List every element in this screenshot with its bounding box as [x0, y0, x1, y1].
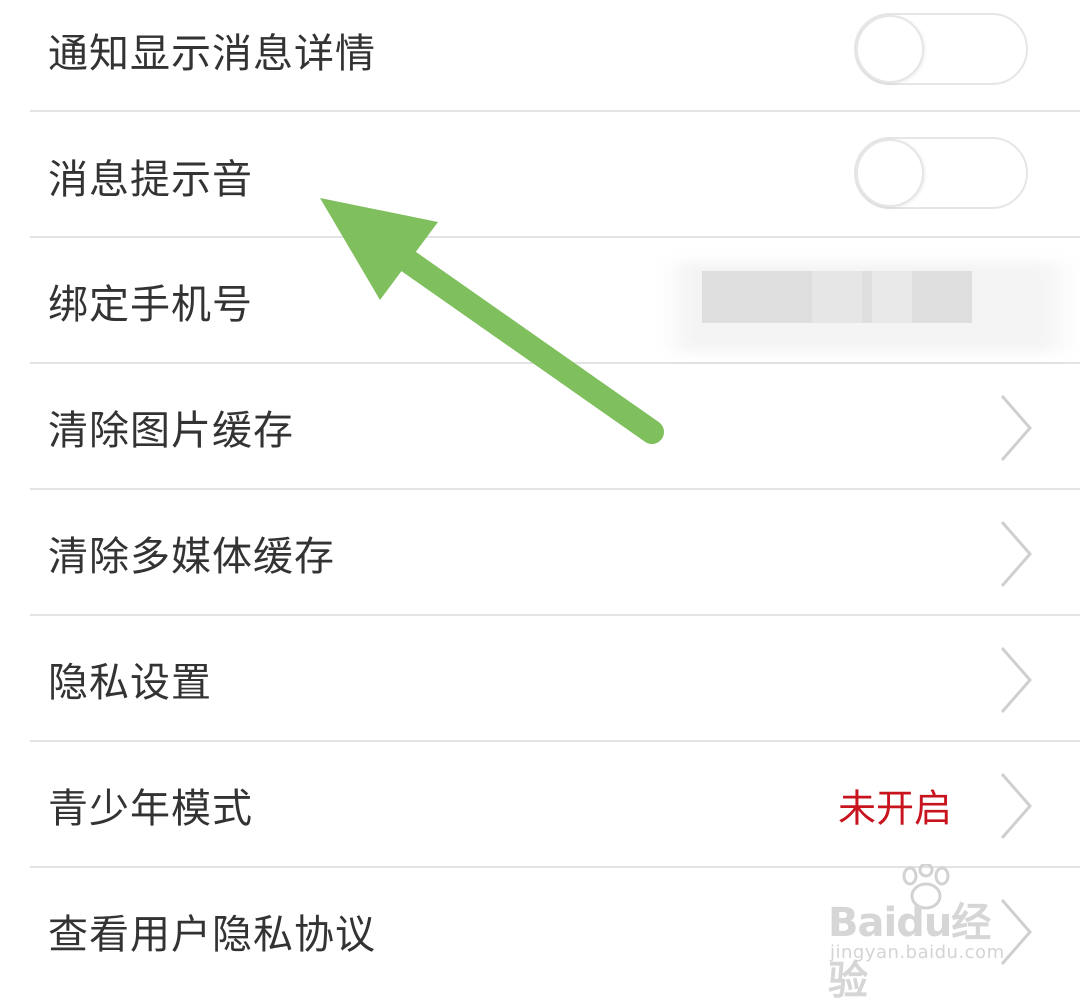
- toggle-knob: [856, 15, 924, 83]
- setting-label: 青少年模式: [48, 785, 253, 832]
- arrow-icon: [320, 198, 664, 444]
- chevron-right-icon: [998, 770, 1034, 842]
- baidu-watermark: Baidu经验 jingyan.baidu.com: [828, 860, 1028, 1004]
- notification-details-toggle[interactable]: [854, 13, 1028, 85]
- watermark-site: jingyan.baidu.com: [830, 942, 1005, 963]
- setting-label: 隐私设置: [48, 659, 212, 706]
- setting-row-privacy-settings[interactable]: 隐私设置: [0, 616, 1080, 741]
- setting-label: 清除图片缓存: [48, 407, 294, 454]
- setting-label: 清除多媒体缓存: [48, 533, 335, 580]
- chevron-right-icon: [998, 392, 1034, 464]
- divider: [30, 110, 1080, 112]
- toggle-knob: [856, 139, 924, 207]
- chevron-right-icon: [998, 518, 1034, 590]
- setting-label: 查看用户隐私协议: [48, 911, 376, 958]
- chevron-right-icon: [998, 644, 1034, 716]
- message-sound-toggle[interactable]: [854, 137, 1028, 209]
- setting-row-notification-details[interactable]: 通知显示消息详情: [0, 0, 1080, 112]
- setting-label: 通知显示消息详情: [48, 30, 376, 77]
- setting-label: 消息提示音: [48, 156, 253, 203]
- teen-mode-status: 未开启: [838, 786, 953, 830]
- setting-label: 绑定手机号: [48, 281, 253, 328]
- setting-row-clear-media-cache[interactable]: 清除多媒体缓存: [0, 490, 1080, 615]
- setting-row-teen-mode[interactable]: 青少年模式 未开启: [0, 742, 1080, 867]
- settings-list: 通知显示消息详情 消息提示音 绑定手机号 清除图片缓存 清除多媒体缓存 隐私设置: [0, 0, 1080, 980]
- phone-number-redacted: [702, 271, 972, 323]
